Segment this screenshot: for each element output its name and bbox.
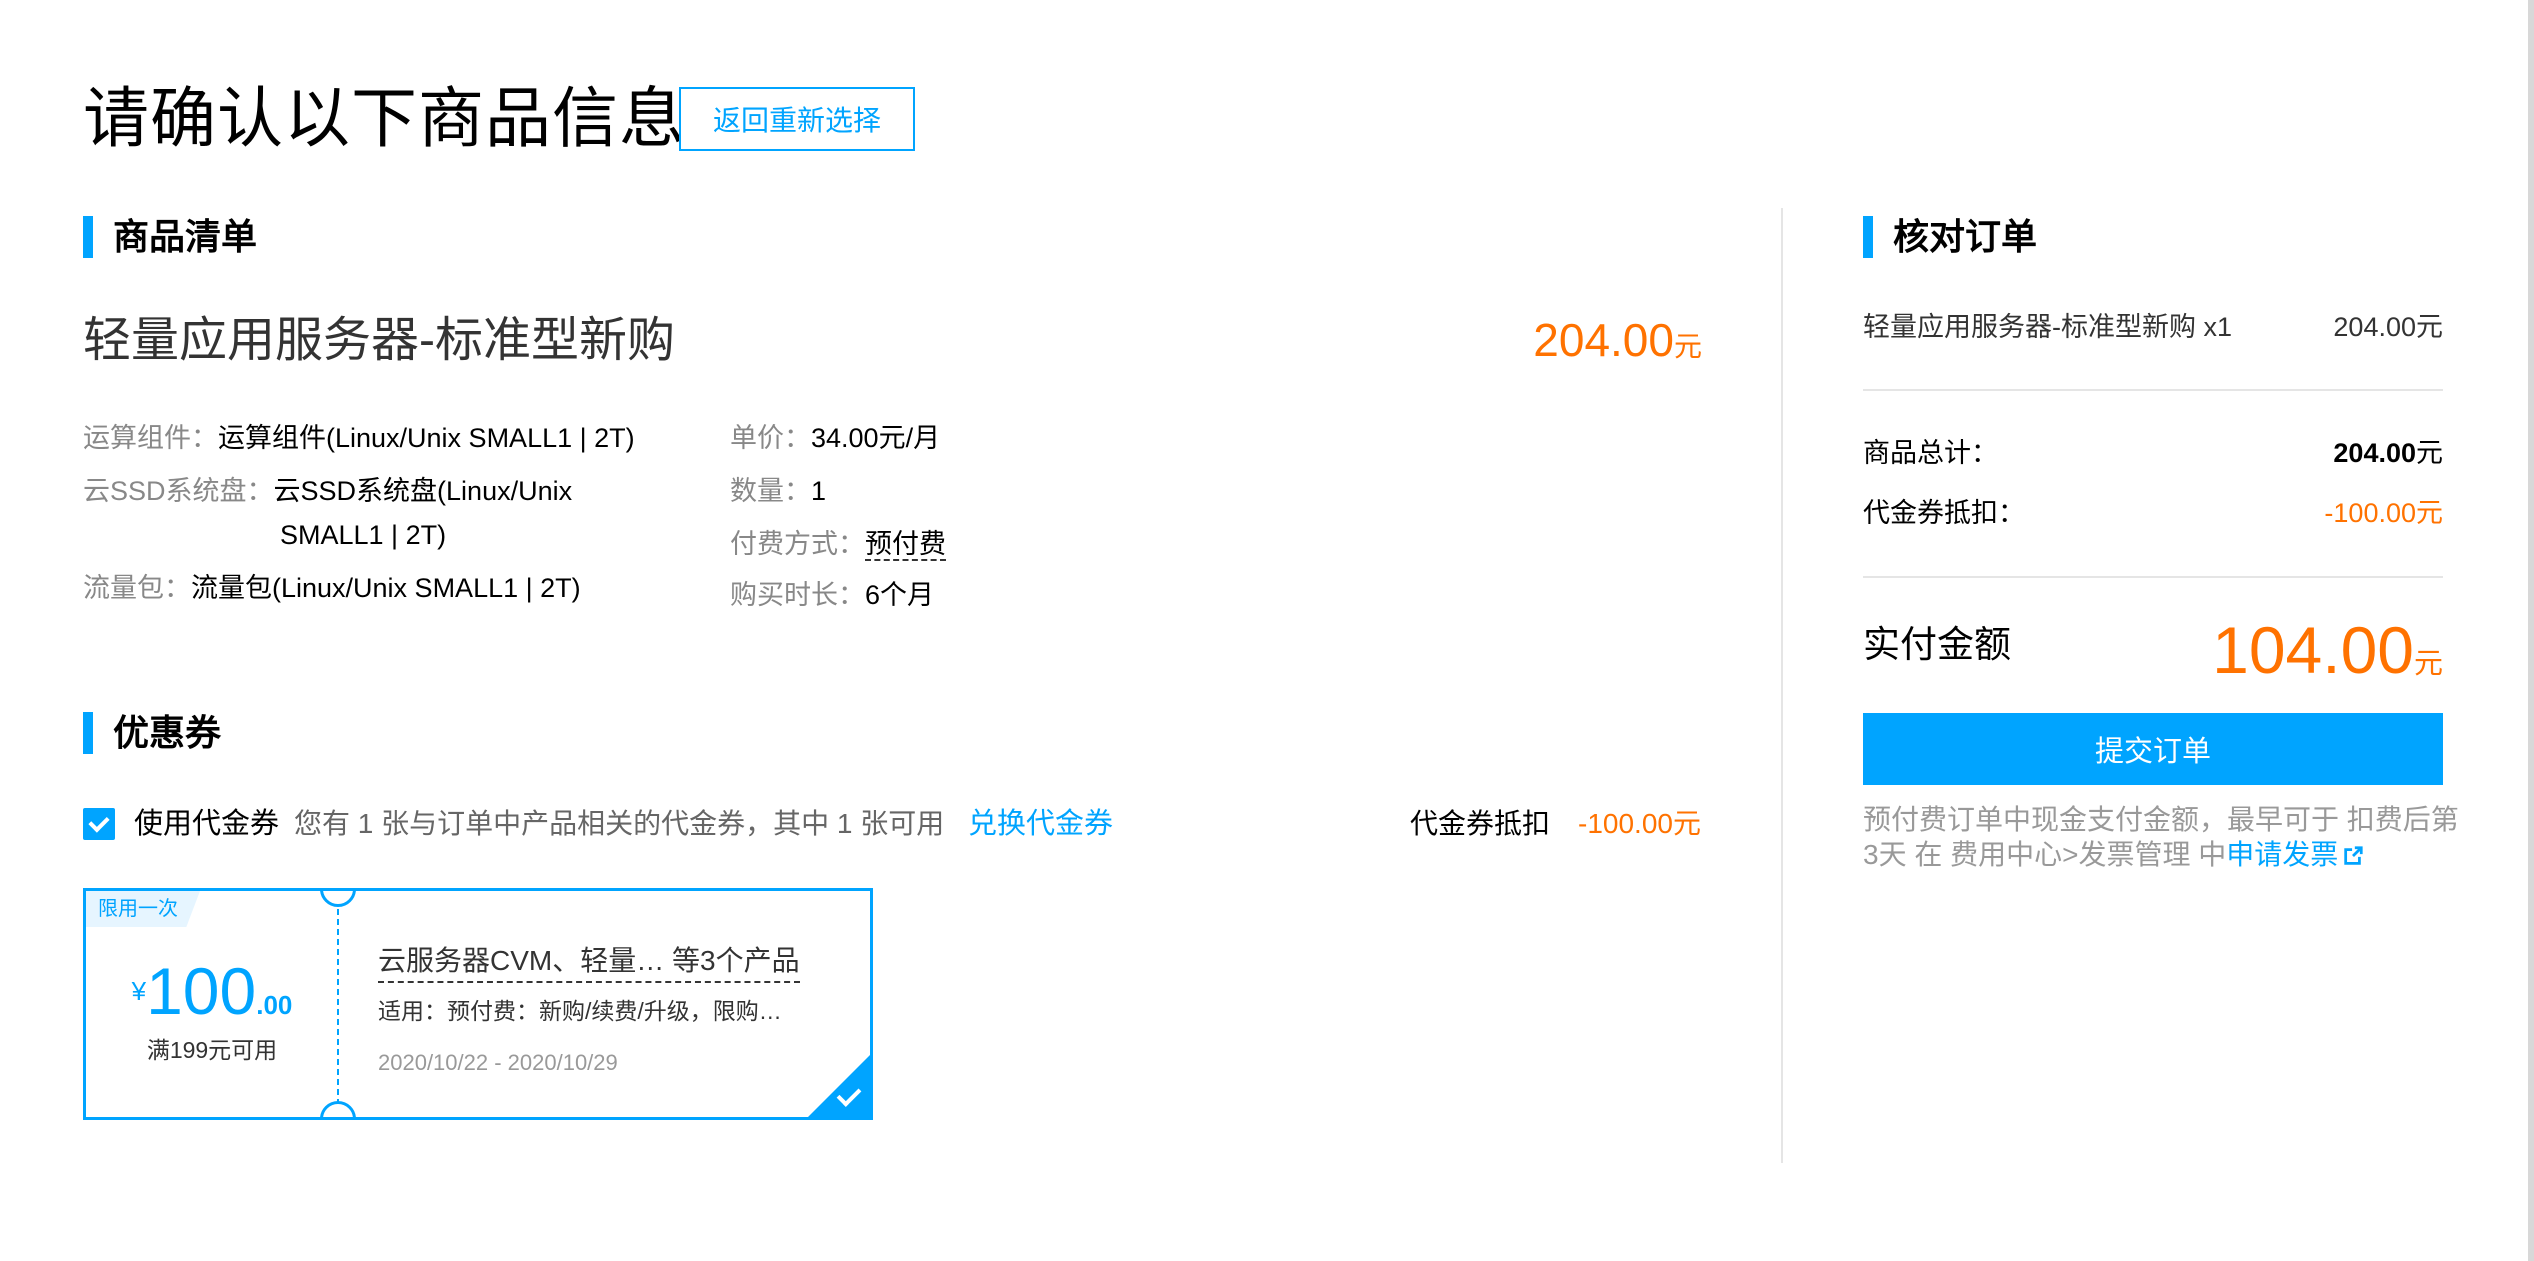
spec-ssd-cont: SMALL1 | 2T) [280,513,446,557]
spec-duration-value: 6个月 [865,580,935,610]
order-voucher-label: 代金券抵扣： [1863,498,2025,528]
coupon-info-text: 您有 1 张与订单中产品相关的代金券，其中 1 张可用 [294,808,945,839]
spec-payment-label: 付费方式： [730,529,865,559]
spec-duration: 购买时长：6个月 [730,573,934,617]
use-coupon-label[interactable]: 使用代金券 [134,802,279,846]
product-name: 轻量应用服务器-标准型新购 [83,314,675,367]
submit-order-button[interactable]: 提交订单 [1863,713,2443,785]
spec-ssd-label: 云SSD系统盘： [83,476,274,506]
spec-compute-value: 运算组件(Linux/Unix SMALL1 | 2T) [218,423,635,453]
order-item-name: 轻量应用服务器-标准型新购 x1 [1863,312,2233,342]
order-total-unit: 元 [2416,438,2443,468]
coupon-section-title: 优惠券 [83,711,221,755]
spec-quantity: 数量：1 [730,469,826,513]
spec-payment-value[interactable]: 预付费 [865,529,946,561]
spec-compute: 运算组件：运算组件(Linux/Unix SMALL1 | 2T) [83,416,635,460]
coupon-limit-tag: 限用一次 [86,891,200,927]
exchange-coupon-link[interactable]: 兑换代金券 [968,802,1113,846]
spec-traffic: 流量包：流量包(Linux/Unix SMALL1 | 2T) [83,566,581,610]
product-price-value: 204.00 [1533,314,1674,366]
product-price-unit: 元 [1673,331,1702,362]
coupon-currency: ¥ [131,976,147,1006]
coupon-condition: 满199元可用 [146,1037,278,1063]
spec-ssd-value-line2: SMALL1 | 2T) [280,520,447,550]
coupon-deduct-value: -100.00元 [1578,808,1701,839]
external-link-icon [2344,846,2363,865]
invoice-note: 预付费订单中现金支付金额，最早可于 扣费后第3天 在 费用中心>发票管理 中申请… [1863,802,2463,872]
order-total-label: 商品总计： [1863,438,1998,468]
pay-amount-unit: 元 [2413,648,2443,680]
order-section-title: 核对订单 [1863,215,2037,259]
apply-invoice-label: 申请发票 [2226,839,2339,870]
use-coupon-checkbox[interactable] [83,808,115,840]
scrollbar[interactable] [2528,0,2534,1261]
spec-compute-label: 运算组件： [83,423,218,453]
order-total-value: 204.00 [2333,438,2416,468]
pay-amount-value: 104.00 [2212,613,2414,687]
spec-ssd-value: 云SSD系统盘(Linux/Unix [273,476,573,506]
coupon-separator [337,909,339,1105]
back-reselect-button[interactable]: 返回重新选择 [679,87,915,151]
coupon-amount-int: 100 [146,954,257,1028]
column-divider [1781,208,1783,1163]
coupon-amount-dec: .00 [256,990,293,1020]
apply-invoice-link[interactable]: 申请发票 [2226,839,2364,870]
spec-unit-price: 单价：34.00元/月 [730,416,940,460]
order-voucher-value: -100.00元 [2324,498,2443,528]
order-divider-1 [1863,389,2443,391]
order-divider-2 [1863,576,2443,578]
spec-unit-price-label: 单价： [730,423,811,453]
coupon-notch-top [320,891,356,907]
coupon-deduct-label: 代金券抵扣 [1410,808,1551,839]
page-title: 请确认以下商品信息 [83,81,686,155]
coupon-card[interactable]: 限用一次 ¥100.00 满199元可用 云服务器CVM、轻量… 等3个产品 适… [83,888,873,1120]
spec-traffic-value: 流量包(Linux/Unix SMALL1 | 2T) [191,573,581,603]
spec-ssd: 云SSD系统盘：云SSD系统盘(Linux/Unix [83,469,572,513]
product-price: 204.00元 [1533,310,1702,377]
pay-amount: 104.00元 [2212,612,2443,702]
spec-quantity-value: 1 [811,476,827,506]
order-total: 204.00元 [2333,433,2443,473]
spec-payment: 付费方式：预付费 [730,522,946,566]
order-item-price: 204.00元 [2333,312,2443,342]
coupon-scope: 适用：预付费：新购/续费/升级，限购… [378,998,782,1024]
coupon-date: 2020/10/22 - 2020/10/29 [378,1050,618,1075]
spec-traffic-label: 流量包： [83,573,191,603]
coupon-notch-bottom [320,1101,356,1117]
spec-unit-price-value: 34.00元/月 [811,423,941,453]
pay-amount-label: 实付金额 [1863,624,2011,665]
spec-duration-label: 购买时长： [730,580,865,610]
coupon-selected-check-icon [806,1053,870,1117]
coupon-title[interactable]: 云服务器CVM、轻量… 等3个产品 [378,941,800,983]
goods-section-title: 商品清单 [83,215,257,259]
spec-quantity-label: 数量： [730,476,811,506]
invoice-note-text: 预付费订单中现金支付金额，最早可于 扣费后第3天 在 费用中心>发票管理 中 [1863,804,2459,870]
coupon-amount: ¥100.00 [86,953,338,1029]
